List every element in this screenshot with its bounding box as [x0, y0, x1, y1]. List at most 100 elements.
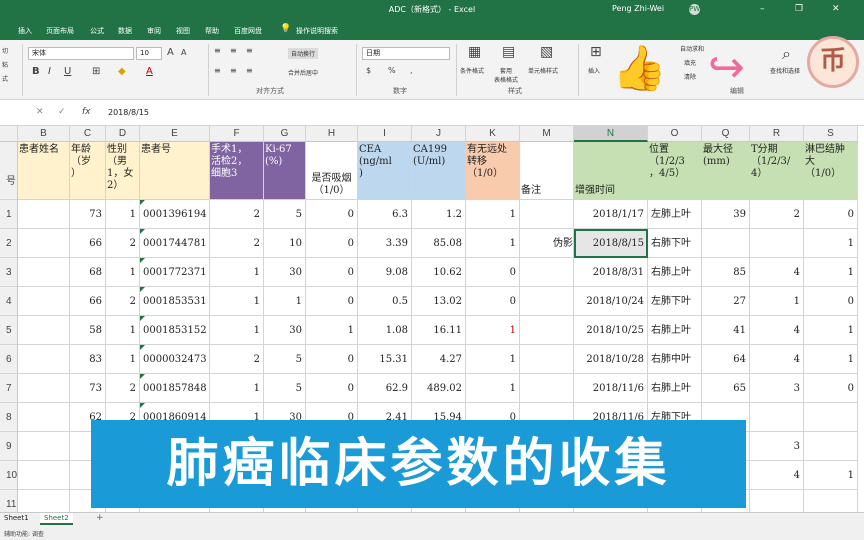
- cell-styles-button[interactable]: 单元格样式: [528, 66, 558, 75]
- cell-g[interactable]: 10: [264, 229, 306, 258]
- decrease-font-button[interactable]: A: [181, 48, 186, 57]
- cell-s[interactable]: 0: [804, 200, 858, 229]
- row-header[interactable]: 6: [0, 345, 18, 374]
- minimize-button[interactable]: –: [760, 4, 765, 14]
- font-select[interactable]: 宋体: [28, 47, 134, 60]
- cell-c[interactable]: 58: [70, 316, 106, 345]
- user-name[interactable]: Peng Zhi-Wei: [612, 4, 664, 13]
- tab-view[interactable]: 视图: [176, 26, 190, 36]
- cell-r[interactable]: 3: [750, 432, 804, 461]
- cell-c[interactable]: 83: [70, 345, 106, 374]
- align-right-icon[interactable]: ≡: [246, 66, 253, 75]
- copy-button[interactable]: 粘: [2, 60, 8, 69]
- cell-j[interactable]: 489.02: [412, 374, 466, 403]
- tab-baidu[interactable]: 百度网盘: [234, 26, 262, 36]
- conditional-format-icon[interactable]: ▦: [468, 44, 481, 60]
- cell-b[interactable]: [18, 258, 70, 287]
- cell-n[interactable]: 2018/10/25: [574, 316, 648, 345]
- cell-k[interactable]: 0: [466, 287, 520, 316]
- cell-h[interactable]: 0: [306, 345, 358, 374]
- column-title-g[interactable]: Ki-67 (%): [264, 142, 306, 200]
- cell-j[interactable]: 85.08: [412, 229, 466, 258]
- align-left-icon[interactable]: ≡: [214, 66, 221, 75]
- column-header-r[interactable]: R: [750, 126, 804, 142]
- cell-s[interactable]: [804, 403, 858, 432]
- row-header[interactable]: 3: [0, 258, 18, 287]
- align-center-icon[interactable]: ≡: [230, 66, 237, 75]
- cell-s[interactable]: 1: [804, 345, 858, 374]
- percent-icon[interactable]: %: [388, 66, 396, 75]
- underline-button[interactable]: U: [64, 66, 71, 77]
- cell-b[interactable]: [18, 374, 70, 403]
- avatar[interactable]: PW: [689, 4, 700, 15]
- tell-me-search[interactable]: 操作说明搜索: [296, 26, 338, 36]
- cell-s[interactable]: [804, 432, 858, 461]
- cell-d[interactable]: 2: [106, 229, 140, 258]
- column-title-m[interactable]: 备注: [520, 142, 574, 200]
- cell-b[interactable]: [18, 461, 70, 490]
- cell-r[interactable]: 4: [750, 316, 804, 345]
- cell-m[interactable]: [520, 316, 574, 345]
- cell-j[interactable]: 4.27: [412, 345, 466, 374]
- row-header[interactable]: 5: [0, 316, 18, 345]
- tab-formulas[interactable]: 公式: [90, 26, 104, 36]
- format-painter-button[interactable]: 式: [2, 74, 8, 83]
- column-title-c[interactable]: 年龄 （岁 ）: [70, 142, 106, 200]
- function-icon[interactable]: fx: [82, 107, 91, 117]
- cell-q[interactable]: 39: [702, 200, 750, 229]
- cell-c[interactable]: 66: [70, 287, 106, 316]
- column-title-d[interactable]: 性别 （男 1，女 2）: [106, 142, 140, 200]
- cell-o[interactable]: 左肺上叶: [648, 200, 702, 229]
- cell-o[interactable]: 右肺上叶: [648, 316, 702, 345]
- cell-g[interactable]: 5: [264, 345, 306, 374]
- cell-r[interactable]: 1: [750, 287, 804, 316]
- cell-d[interactable]: 1: [106, 258, 140, 287]
- column-header-n[interactable]: N: [574, 126, 648, 142]
- cell-q[interactable]: 85: [702, 258, 750, 287]
- cell-s[interactable]: 1: [804, 461, 858, 490]
- cell-s[interactable]: 1: [804, 258, 858, 287]
- sheet-tab-2[interactable]: Sheet2: [40, 513, 73, 525]
- cell-d[interactable]: 1: [106, 316, 140, 345]
- cell-s[interactable]: 1: [804, 229, 858, 258]
- cell-h[interactable]: 0: [306, 229, 358, 258]
- row-header[interactable]: 1: [0, 200, 18, 229]
- cell-m[interactable]: [520, 374, 574, 403]
- cell-f[interactable]: 1: [210, 316, 264, 345]
- cell-h[interactable]: 0: [306, 374, 358, 403]
- align-top-icon[interactable]: ≡: [214, 46, 221, 55]
- fill-color-icon[interactable]: ◆: [118, 66, 126, 77]
- column-header-d[interactable]: D: [106, 126, 140, 142]
- row-header[interactable]: 8: [0, 403, 18, 432]
- cell-s[interactable]: 0: [804, 287, 858, 316]
- search-icon[interactable]: ⌕: [782, 44, 791, 64]
- increase-font-button[interactable]: A: [167, 47, 174, 58]
- cell-q[interactable]: [702, 229, 750, 258]
- cell-o[interactable]: 右肺中叶: [648, 345, 702, 374]
- column-header-q[interactable]: Q: [702, 126, 750, 142]
- cell-e[interactable]: 0001853531: [140, 287, 210, 316]
- cell-b[interactable]: [18, 403, 70, 432]
- tab-data[interactable]: 数据: [118, 26, 132, 36]
- italic-button[interactable]: I: [48, 66, 51, 77]
- cell-n[interactable]: 2018/1/17: [574, 200, 648, 229]
- cell-r[interactable]: 3: [750, 374, 804, 403]
- cell-h[interactable]: 0: [306, 200, 358, 229]
- cell-r[interactable]: 4: [750, 345, 804, 374]
- cell-k[interactable]: 0: [466, 258, 520, 287]
- cell-styles-icon[interactable]: ▧: [540, 44, 553, 60]
- restore-button[interactable]: ❐: [795, 4, 803, 14]
- cell-f[interactable]: 2: [210, 200, 264, 229]
- cell-f[interactable]: 1: [210, 258, 264, 287]
- cell-g[interactable]: 30: [264, 316, 306, 345]
- cell-o[interactable]: 右肺上叶: [648, 374, 702, 403]
- column-header-b[interactable]: B: [18, 126, 70, 142]
- cell-b[interactable]: [18, 229, 70, 258]
- cell-f[interactable]: 2: [210, 229, 264, 258]
- cell-k[interactable]: 1: [466, 200, 520, 229]
- align-middle-icon[interactable]: ≡: [230, 46, 237, 55]
- cell-s[interactable]: 0: [804, 374, 858, 403]
- cell-m[interactable]: 伪影: [520, 229, 574, 258]
- cell-j[interactable]: 16.11: [412, 316, 466, 345]
- cell-j[interactable]: 10.62: [412, 258, 466, 287]
